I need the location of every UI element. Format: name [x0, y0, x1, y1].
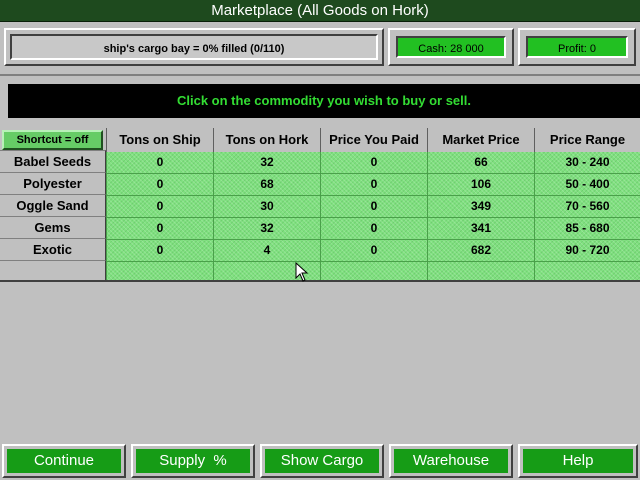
commodity-grid[interactable]: 0 32 0 66 30 - 240 0 68 0 106 50 - 400 0…	[106, 152, 640, 282]
table-cell	[427, 262, 534, 282]
column-header-market-price: Market Price	[427, 128, 534, 152]
cash-panel: Cash: 28 000	[388, 28, 514, 66]
table-cell[interactable]: 68	[213, 174, 320, 196]
profit-panel: Profit: 0	[518, 28, 636, 66]
table-cell[interactable]: 0	[320, 152, 427, 174]
instruction-banner: Click on the commodity you wish to buy o…	[8, 84, 640, 118]
warehouse-button[interactable]: Warehouse	[389, 444, 513, 478]
shortcut-toggle-button[interactable]: Shortcut = off	[2, 130, 103, 150]
table-cell[interactable]: 32	[213, 218, 320, 240]
help-button-label: Help	[523, 449, 633, 473]
commodity-label-oggle-sand[interactable]: Oggle Sand	[0, 194, 106, 216]
column-header-tons-on-ship: Tons on Ship	[106, 128, 213, 152]
table-cell[interactable]: 341	[427, 218, 534, 240]
table-cell[interactable]: 70 - 560	[534, 196, 640, 218]
table-cell[interactable]: 0	[320, 218, 427, 240]
table-cell[interactable]: 30	[213, 196, 320, 218]
arrow-pointer-icon	[295, 262, 309, 282]
table-cell[interactable]: 0	[106, 218, 213, 240]
continue-button[interactable]: Continue	[2, 444, 126, 478]
profit-display: Profit: 0	[526, 36, 628, 58]
commodity-table: Shortcut = off Tons on Ship Tons on Hork…	[0, 128, 640, 282]
help-button[interactable]: Help	[518, 444, 638, 478]
commodity-label-polyester[interactable]: Polyester	[0, 172, 106, 194]
commodity-label-empty	[0, 260, 106, 280]
table-cell[interactable]: 0	[320, 240, 427, 262]
commodity-label-babel-seeds[interactable]: Babel Seeds	[0, 150, 106, 172]
table-cell[interactable]: 85 - 680	[534, 218, 640, 240]
commodity-label-gems[interactable]: Gems	[0, 216, 106, 238]
supply-button[interactable]: Supply %	[131, 444, 255, 478]
show-cargo-button-label: Show Cargo	[265, 449, 379, 473]
window-title: Marketplace (All Goods on Hork)	[0, 0, 640, 22]
section-divider	[0, 74, 640, 76]
column-header-tons-on-planet: Tons on Hork	[213, 128, 320, 152]
table-cell[interactable]: 106	[427, 174, 534, 196]
table-cell[interactable]: 32	[213, 152, 320, 174]
table-cell[interactable]: 66	[427, 152, 534, 174]
cargo-status-text: ship's cargo bay = 0% filled (0/110)	[10, 34, 378, 60]
table-cell[interactable]: 0	[106, 152, 213, 174]
table-cell[interactable]: 90 - 720	[534, 240, 640, 262]
show-cargo-button[interactable]: Show Cargo	[260, 444, 384, 478]
table-cell[interactable]: 0	[106, 240, 213, 262]
cash-display: Cash: 28 000	[396, 36, 506, 58]
table-cell[interactable]: 50 - 400	[534, 174, 640, 196]
table-cell	[320, 262, 427, 282]
table-cell[interactable]: 0	[320, 174, 427, 196]
table-cell[interactable]: 0	[106, 196, 213, 218]
supply-button-label: Supply %	[136, 449, 250, 473]
warehouse-button-label: Warehouse	[394, 449, 508, 473]
table-cell	[534, 262, 640, 282]
continue-button-label: Continue	[7, 449, 121, 473]
table-bottom-border	[0, 280, 640, 282]
commodity-label-exotic[interactable]: Exotic	[0, 238, 106, 260]
column-header-price-paid: Price You Paid	[320, 128, 427, 152]
table-cell[interactable]: 682	[427, 240, 534, 262]
table-cell[interactable]: 0	[106, 174, 213, 196]
table-cell[interactable]: 4	[213, 240, 320, 262]
column-header-price-range: Price Range	[534, 128, 640, 152]
table-cell[interactable]: 349	[427, 196, 534, 218]
cargo-status-panel: ship's cargo bay = 0% filled (0/110)	[4, 28, 384, 66]
table-cell[interactable]: 0	[320, 196, 427, 218]
table-cell[interactable]: 30 - 240	[534, 152, 640, 174]
table-cell	[106, 262, 213, 282]
